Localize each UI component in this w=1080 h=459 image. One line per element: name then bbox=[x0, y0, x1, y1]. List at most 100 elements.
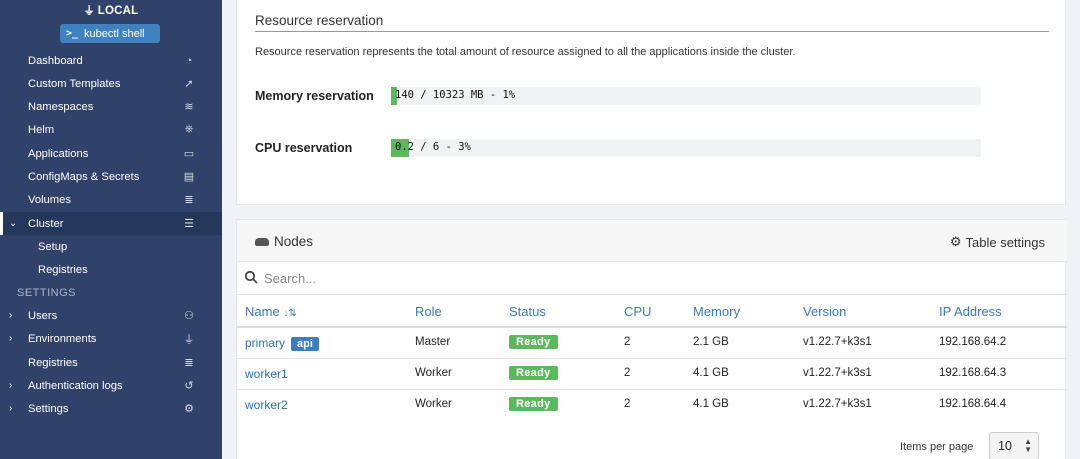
sidebar-item-label: Authentication logs bbox=[28, 379, 123, 392]
laptop-icon: ▭ bbox=[183, 148, 195, 160]
node-cpu: 2 bbox=[624, 398, 631, 410]
sidebar-item-label: Applications bbox=[28, 147, 89, 160]
file-icon: ▤ bbox=[183, 171, 195, 183]
column-memory-header[interactable]: Memory bbox=[693, 304, 740, 319]
settings-heading: SETTINGS bbox=[17, 287, 77, 299]
sidebar-item-cluster-registries[interactable]: Registries bbox=[0, 258, 222, 281]
memory-reservation-bar: 140 / 10323 MB - 1% bbox=[391, 87, 981, 105]
sidebar-item-cluster[interactable]: ⌄ Cluster ☰ bbox=[0, 212, 222, 235]
sidebar-item-setup[interactable]: Setup bbox=[0, 235, 222, 258]
sidebar-item-label: ConfigMaps & Secrets bbox=[28, 170, 140, 183]
node-name-link[interactable]: worker2 bbox=[245, 398, 288, 412]
column-status-header[interactable]: Status bbox=[509, 304, 546, 319]
items-per-page-select[interactable]: 10 ▲ ▼ bbox=[989, 432, 1039, 459]
nodes-header: Nodes ⚙ Table settings bbox=[237, 220, 1067, 262]
node-role: Worker bbox=[415, 367, 452, 379]
cpu-reservation-value: 0.2 / 6 - 3% bbox=[395, 141, 471, 153]
node-name-link[interactable]: worker1 bbox=[245, 367, 288, 381]
table-header: Name ↓⇅ Role Status CPU Memory Version I… bbox=[237, 295, 1067, 328]
database-icon: ≣ bbox=[184, 194, 194, 206]
sidebar-item-volumes[interactable]: Volumes ≣ bbox=[0, 188, 222, 211]
status-badge: Ready bbox=[509, 335, 558, 349]
nodes-title-text: Nodes bbox=[274, 234, 314, 249]
rocket-icon: ➚ bbox=[184, 78, 194, 90]
sidebar-item-label: Users bbox=[28, 309, 58, 322]
node-name-link[interactable]: primary bbox=[245, 336, 285, 350]
sidebar-item-helm[interactable]: Helm ⎈ bbox=[0, 118, 222, 141]
sidebar-item-users[interactable]: › Users ⚇ bbox=[0, 304, 222, 327]
environment-name: LOCAL bbox=[97, 5, 139, 17]
column-role-header[interactable]: Role bbox=[415, 304, 442, 319]
sidebar-item-label: Registries bbox=[28, 356, 78, 369]
column-version-header[interactable]: Version bbox=[803, 304, 846, 319]
chevron-right-icon: › bbox=[9, 310, 13, 321]
resource-reservation-description: Resource reservation represents the tota… bbox=[255, 46, 796, 58]
search-bar bbox=[237, 262, 1067, 295]
chevron-right-icon: › bbox=[9, 333, 13, 344]
node-version: v1.22.7+k3s1 bbox=[803, 367, 872, 379]
cpu-reservation-bar: 0.2 / 6 - 3% bbox=[391, 139, 981, 157]
server-icon: ☰ bbox=[184, 218, 194, 230]
memory-reservation-label: Memory reservation bbox=[255, 89, 374, 103]
plug-icon: ⏚ bbox=[83, 5, 95, 17]
sidebar-item-environments[interactable]: › Environments ⏚ bbox=[0, 327, 222, 350]
chevron-down-icon: ⌄ bbox=[9, 218, 18, 229]
api-badge: api bbox=[291, 337, 319, 351]
sidebar-item-custom-templates[interactable]: Custom Templates ➚ bbox=[0, 72, 222, 95]
column-ip-address-header[interactable]: IP Address bbox=[939, 304, 1002, 319]
chevron-right-icon: › bbox=[9, 380, 13, 391]
sidebar-item-label: Environments bbox=[28, 332, 97, 345]
sidebar-item-applications[interactable]: Applications ▭ bbox=[0, 142, 222, 165]
table-row: worker2 Worker Ready 2 4.1 GB v1.22.7+k3… bbox=[237, 390, 1067, 421]
table-row: primary api Master Ready 2 2.1 GB v1.22.7… bbox=[237, 328, 1067, 359]
node-ip-address: 192.168.64.4 bbox=[939, 398, 1007, 410]
table-settings-label: Table settings bbox=[965, 234, 1046, 250]
cpu-reservation-label: CPU reservation bbox=[255, 141, 353, 155]
sort-icon: ↓⇅ bbox=[283, 308, 297, 319]
node-memory: 2.1 GB bbox=[693, 336, 729, 348]
resource-reservation-title: Resource reservation bbox=[255, 13, 384, 28]
status-badge: Ready bbox=[509, 366, 558, 380]
cogs-icon: ⚙ bbox=[184, 403, 194, 415]
sidebar-item-settings[interactable]: › Settings ⚙ bbox=[0, 397, 222, 420]
column-cpu-header[interactable]: CPU bbox=[624, 304, 651, 319]
resource-reservation-panel: Resource reservation Resource reservatio… bbox=[236, 0, 1066, 205]
sidebar-item-authentication-logs[interactable]: › Authentication logs ↺ bbox=[0, 374, 222, 397]
chevron-right-icon: › bbox=[9, 403, 13, 414]
sidebar-item-label: Setup bbox=[38, 240, 68, 253]
sidebar-item-label: Settings bbox=[28, 402, 69, 415]
node-ip-address: 192.168.64.3 bbox=[939, 367, 1007, 379]
database-icon: ≣ bbox=[184, 357, 194, 369]
search-icon bbox=[244, 270, 258, 284]
table-settings-button[interactable]: ⚙ Table settings bbox=[950, 234, 1045, 250]
node-memory: 4.1 GB bbox=[693, 367, 729, 379]
node-memory: 4.1 GB bbox=[693, 398, 729, 410]
search-input[interactable] bbox=[264, 267, 1044, 289]
kubectl-shell-button[interactable]: >_ kubectl shell bbox=[60, 24, 160, 43]
sidebar-item-namespaces[interactable]: Namespaces ≋ bbox=[0, 95, 222, 118]
node-role: Worker bbox=[415, 398, 452, 410]
nodes-panel: Nodes ⚙ Table settings Name ↓⇅ Role Stat… bbox=[236, 219, 1067, 459]
memory-reservation-value: 140 / 10323 MB - 1% bbox=[395, 89, 516, 101]
divider bbox=[255, 31, 1049, 32]
sidebar-item-label: Cluster bbox=[28, 217, 64, 230]
sidebar-item-label: Volumes bbox=[28, 193, 71, 206]
helm-icon: ⎈ bbox=[184, 123, 194, 135]
sidebar-item-configmaps-secrets[interactable]: ConfigMaps & Secrets ▤ bbox=[0, 165, 222, 188]
column-name-header[interactable]: Name ↓⇅ bbox=[245, 304, 297, 319]
node-name-cell: primary api bbox=[245, 336, 319, 351]
history-icon: ↺ bbox=[184, 380, 194, 392]
table-row: worker1 Worker Ready 2 4.1 GB v1.22.7+k3… bbox=[237, 359, 1067, 390]
plug-icon: ⏚ bbox=[183, 333, 195, 346]
tachometer-icon: ◔ bbox=[185, 54, 193, 67]
sidebar-item-label: Registries bbox=[38, 263, 88, 276]
terminal-icon: >_ bbox=[66, 28, 79, 39]
node-ip-address: 192.168.64.2 bbox=[939, 336, 1007, 348]
sidebar-item-dashboard[interactable]: Dashboard ◔ bbox=[0, 49, 222, 72]
users-icon: ⚇ bbox=[184, 310, 194, 322]
column-label: Name bbox=[245, 304, 280, 319]
sidebar-item-registries[interactable]: Registries ≣ bbox=[0, 351, 222, 374]
gear-icon: ⚙ bbox=[949, 234, 962, 249]
items-per-page-label: Items per page bbox=[900, 441, 974, 453]
status-badge: Ready bbox=[509, 397, 558, 411]
